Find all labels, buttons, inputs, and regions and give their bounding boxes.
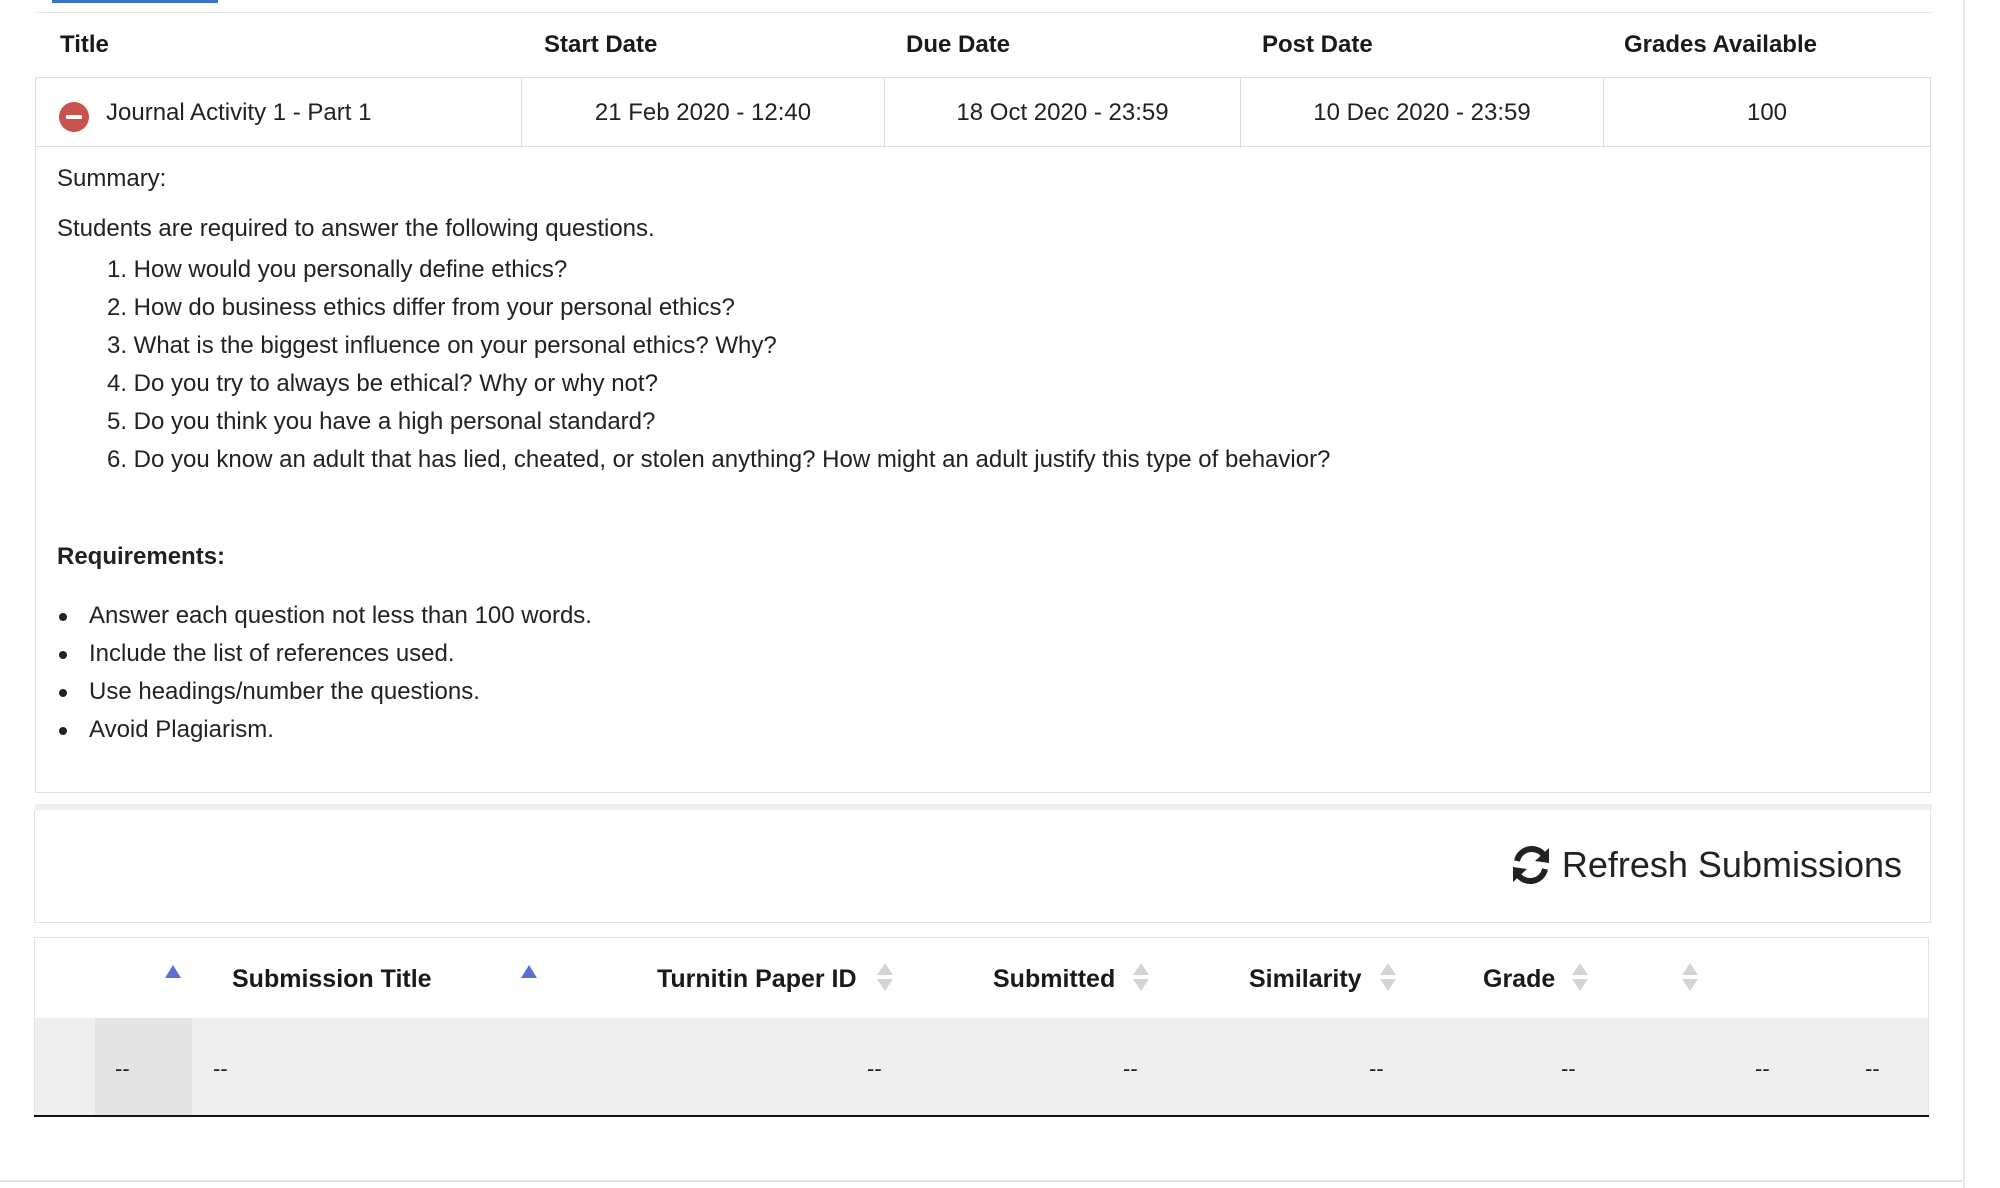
requirement-item: Use headings/number the questions. (57, 673, 592, 711)
header-submitted[interactable]: Submitted (993, 965, 1115, 994)
refresh-panel: Refresh Submissions (34, 810, 1931, 923)
refresh-submissions-label: Refresh Submissions (1561, 844, 1902, 885)
table-cell: -- (1369, 1056, 1384, 1081)
due-date-cell: 18 Oct 2020 - 23:59 (885, 78, 1241, 148)
question-item: 1. How would you personally define ethic… (107, 256, 568, 283)
table-cell: -- (1561, 1056, 1576, 1081)
question-item: 4. Do you try to always be ethical? Why … (107, 370, 658, 397)
question-item: 5. Do you think you have a high personal… (107, 408, 656, 435)
header-similarity[interactable]: Similarity (1249, 965, 1362, 994)
requirement-item: Avoid Plagiarism. (57, 711, 592, 749)
table-cell: -- (1865, 1056, 1880, 1081)
table-cell: -- (1755, 1056, 1770, 1081)
sort-icon[interactable] (1380, 963, 1396, 993)
header-grade[interactable]: Grade (1483, 965, 1555, 994)
requirements-label: Requirements: (57, 543, 226, 570)
table-cell: -- (115, 1056, 130, 1081)
refresh-icon (1512, 845, 1549, 885)
assignment-table-header: Title Start Date Due Date Post Date Grad… (35, 13, 1931, 77)
summary-label: Summary: (57, 165, 167, 192)
question-item: 6. Do you know an adult that has lied, c… (107, 446, 1331, 473)
table-cell: -- (1123, 1056, 1138, 1081)
assignment-table: Title Start Date Due Date Post Date Grad… (35, 13, 1931, 793)
question-list: 1. How would you personally define ethic… (107, 251, 1330, 479)
requirement-item: Answer each question not less than 100 w… (57, 597, 592, 635)
row-shaded-cell (95, 1018, 192, 1116)
assignment-details: Summary: Students are required to answer… (35, 147, 1931, 793)
sort-icon[interactable] (1133, 963, 1149, 993)
submissions-header: Submission Title Turnitin Paper ID Submi… (35, 938, 1928, 1018)
assignment-title: Journal Activity 1 - Part 1 (106, 99, 372, 126)
header-due-date: Due Date (906, 31, 1011, 58)
page-divider (0, 1180, 1962, 1182)
requirement-item: Include the list of references used. (57, 635, 592, 673)
table-cell: -- (213, 1056, 228, 1081)
header-title: Title (60, 31, 109, 58)
sort-icon[interactable] (1682, 963, 1698, 993)
scrollbar-track[interactable] (1963, 0, 1965, 1188)
table-cell: -- (867, 1056, 882, 1081)
sort-icon[interactable] (877, 963, 893, 993)
submissions-table: Submission Title Turnitin Paper ID Submi… (34, 937, 1929, 1117)
sort-ascending-icon[interactable] (521, 965, 537, 978)
requirements-list: Answer each question not less than 100 w… (57, 597, 592, 749)
assignment-title-cell[interactable]: Journal Activity 1 - Part 1 (36, 78, 522, 148)
table-row: -- -- -- -- -- -- -- -- (35, 1018, 1928, 1116)
header-post-date: Post Date (1262, 31, 1373, 58)
sort-ascending-icon[interactable] (165, 965, 181, 978)
header-turnitin-paper-id[interactable]: Turnitin Paper ID (657, 965, 857, 994)
header-start-date: Start Date (544, 31, 658, 58)
table-bottom-border (34, 1115, 1929, 1117)
sort-icon[interactable] (1572, 963, 1588, 993)
question-item: 3. What is the biggest influence on your… (107, 332, 777, 359)
minus-circle-icon[interactable] (59, 102, 89, 132)
start-date-cell: 21 Feb 2020 - 12:40 (522, 78, 885, 148)
active-tab-indicator (52, 0, 218, 3)
assignment-row[interactable]: Journal Activity 1 - Part 1 21 Feb 2020 … (35, 77, 1931, 148)
header-grades-available: Grades Available (1624, 31, 1817, 58)
refresh-submissions-button[interactable]: Refresh Submissions (1510, 840, 1902, 890)
question-item: 2. How do business ethics differ from yo… (107, 294, 735, 321)
post-date-cell: 10 Dec 2020 - 23:59 (1241, 78, 1604, 148)
header-submission-title[interactable]: Submission Title (232, 965, 432, 994)
grades-available-cell: 100 (1746, 99, 1788, 126)
summary-intro: Students are required to answer the foll… (57, 215, 655, 242)
